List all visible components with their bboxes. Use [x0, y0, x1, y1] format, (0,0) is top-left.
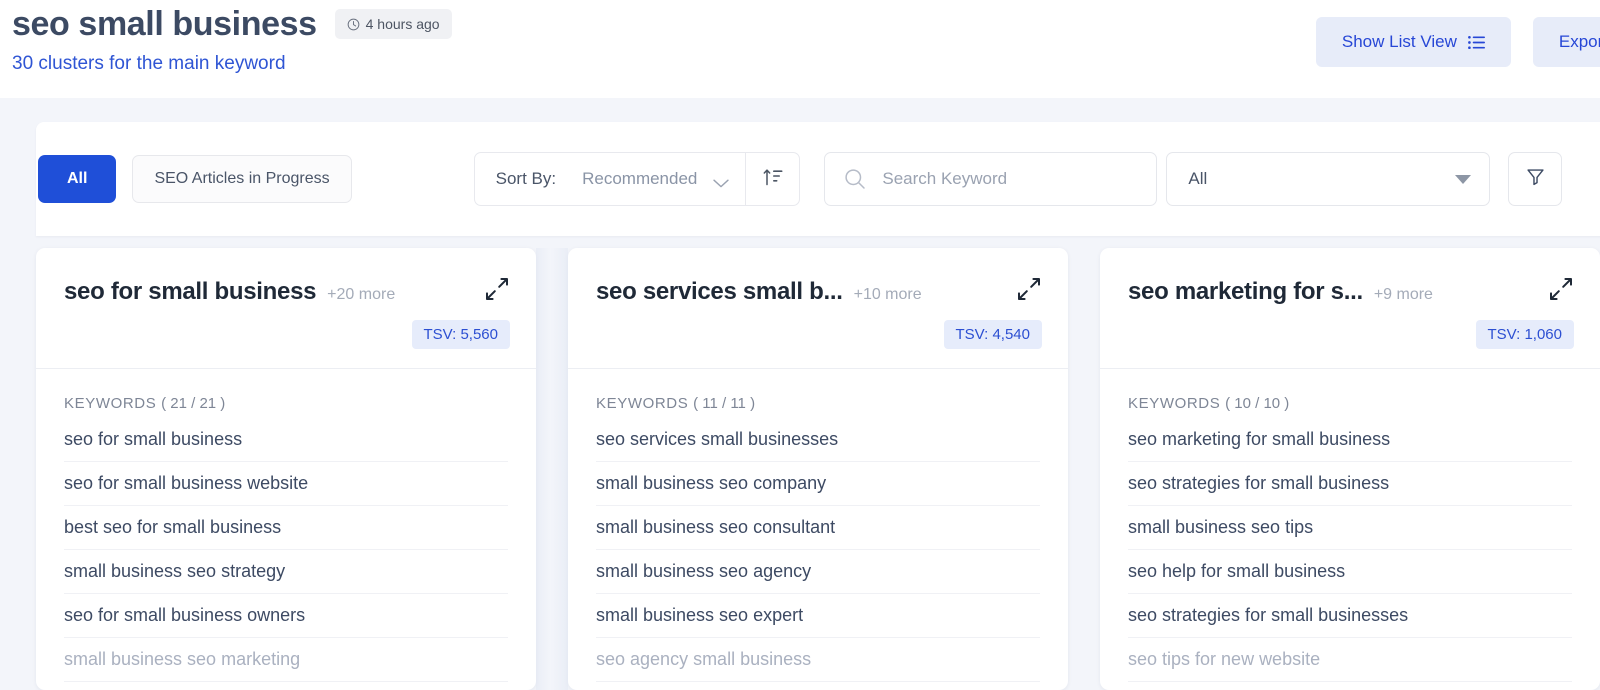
- sort-direction-button[interactable]: [745, 153, 799, 205]
- show-list-view-label: Show List View: [1341, 32, 1457, 51]
- cluster-title: seo for small business: [64, 278, 317, 305]
- cluster-title: seo services small b...: [596, 278, 843, 305]
- timestamp-badge: 4 hours ago: [334, 9, 452, 39]
- cluster-card[interactable]: seo services small b... +10 more TSV: 4,…: [568, 248, 1068, 690]
- search-field[interactable]: [824, 152, 1158, 206]
- sort-by-label: Sort By:: [495, 169, 557, 188]
- keywords-label: KEYWORDS: [64, 395, 157, 412]
- keyword-row[interactable]: seo agency small business: [596, 638, 1040, 682]
- header-actions: Show List View Export: [1315, 17, 1600, 67]
- keywords-label: KEYWORDS: [1128, 395, 1221, 412]
- keyword-row[interactable]: small business seo agency: [596, 550, 1040, 594]
- keyword-row[interactable]: seo help for small business: [1128, 550, 1572, 594]
- cluster-card-body: KEYWORDS ( 21 / 21 ) seo for small busin…: [36, 369, 536, 682]
- caret-down-icon: [1455, 174, 1472, 184]
- keyword-row[interactable]: seo strategies for small businesses: [1128, 594, 1572, 638]
- funnel-icon: [1526, 167, 1545, 191]
- tab-all[interactable]: All: [38, 155, 117, 203]
- cluster-card-header: seo for small business +20 more TSV: 5,5…: [36, 248, 536, 368]
- tab-seo-articles-in-progress[interactable]: SEO Articles in Progress: [132, 155, 352, 203]
- page-header: seo small business 4 hours ago 30 cluste…: [0, 0, 1600, 98]
- cluster-card-body: KEYWORDS ( 10 / 10 ) seo marketing for s…: [1100, 369, 1600, 682]
- tsv-badge: TSV: 4,540: [943, 320, 1042, 349]
- category-select[interactable]: All: [1166, 152, 1491, 206]
- filter-toolbar: All SEO Articles in Progress Sort By: Re…: [36, 122, 1600, 236]
- timestamp-text: 4 hours ago: [365, 16, 440, 32]
- keyword-row[interactable]: seo for small business: [64, 418, 508, 462]
- page-title: seo small business: [12, 5, 317, 43]
- keyword-row[interactable]: small business seo consultant: [596, 506, 1040, 550]
- category-select-value: All: [1188, 169, 1208, 188]
- cluster-explorer-page: seo small business 4 hours ago 30 cluste…: [0, 0, 1600, 690]
- export-button[interactable]: Export: [1532, 17, 1600, 67]
- cluster-card-list: seo for small business +20 more TSV: 5,5…: [36, 248, 1600, 690]
- tab-all-label: All: [67, 170, 88, 187]
- title-row: seo small business 4 hours ago: [12, 2, 452, 46]
- tsv-badge: TSV: 1,060: [1475, 320, 1574, 349]
- export-label: Export: [1558, 32, 1600, 51]
- tsv-badge: TSV: 5,560: [411, 320, 510, 349]
- keyword-row[interactable]: small business seo company: [596, 462, 1040, 506]
- cluster-title-row: seo services small b... +10 more: [596, 278, 1042, 306]
- clock-icon: [347, 18, 360, 31]
- cluster-title-row: seo marketing for s... +9 more: [1128, 278, 1574, 306]
- cluster-card-header: seo marketing for s... +9 more TSV: 1,06…: [1100, 248, 1600, 368]
- cluster-card-body: KEYWORDS ( 11 / 11 ) seo services small …: [568, 369, 1068, 682]
- keyword-row[interactable]: small business seo tips: [1128, 506, 1572, 550]
- sort-ascending-icon: [762, 166, 784, 193]
- expand-icon[interactable]: [1548, 276, 1574, 302]
- cluster-more-count: +9 more: [1373, 286, 1433, 303]
- keyword-row[interactable]: seo for small business website: [64, 462, 508, 506]
- keywords-label: KEYWORDS: [596, 395, 689, 412]
- sort-by-value: Recommended: [582, 169, 698, 188]
- list-icon: [1467, 35, 1485, 50]
- expand-icon[interactable]: [484, 276, 510, 302]
- keyword-row[interactable]: seo for small business owners: [64, 594, 508, 638]
- keyword-row[interactable]: small business seo strategy: [64, 550, 508, 594]
- keyword-row[interactable]: seo marketing for small business: [1128, 418, 1572, 462]
- title-block: seo small business 4 hours ago 30 cluste…: [12, 2, 452, 77]
- cluster-title: seo marketing for s...: [1128, 278, 1363, 305]
- cluster-card[interactable]: seo for small business +20 more TSV: 5,5…: [36, 248, 536, 690]
- show-list-view-button[interactable]: Show List View: [1315, 17, 1511, 67]
- cluster-more-count: +10 more: [853, 286, 922, 303]
- search-input[interactable]: [882, 169, 1138, 189]
- cluster-title-row: seo for small business +20 more: [64, 278, 510, 306]
- sort-dropdown[interactable]: Sort By: Recommended: [475, 153, 746, 205]
- search-icon: [844, 168, 866, 190]
- keywords-count: ( 10 / 10 ): [1225, 395, 1290, 412]
- keywords-count: ( 21 / 21 ): [161, 395, 226, 412]
- keywords-heading: KEYWORDS ( 10 / 10 ): [1128, 369, 1572, 418]
- keyword-row[interactable]: small business seo marketing: [64, 638, 508, 682]
- keyword-row[interactable]: seo services small businesses: [596, 418, 1040, 462]
- cluster-more-count: +20 more: [327, 286, 396, 303]
- keyword-row[interactable]: best seo for small business: [64, 506, 508, 550]
- cluster-card[interactable]: seo marketing for s... +9 more TSV: 1,06…: [1100, 248, 1600, 690]
- expand-icon[interactable]: [1016, 276, 1042, 302]
- keyword-row[interactable]: seo strategies for small business: [1128, 462, 1572, 506]
- page-subtitle: 30 clusters for the main keyword: [12, 53, 286, 74]
- keywords-count: ( 11 / 11 ): [693, 395, 756, 412]
- keywords-heading: KEYWORDS ( 21 / 21 ): [64, 369, 508, 418]
- keyword-row[interactable]: seo tips for new website: [1128, 638, 1572, 682]
- chevron-down-icon: [713, 175, 730, 187]
- tab-seo-articles-in-progress-label: SEO Articles in Progress: [154, 170, 330, 187]
- cluster-card-header: seo services small b... +10 more TSV: 4,…: [568, 248, 1068, 368]
- sort-control: Sort By: Recommended: [473, 152, 801, 206]
- filter-button[interactable]: [1508, 152, 1563, 206]
- keyword-row[interactable]: small business seo expert: [596, 594, 1040, 638]
- keywords-heading: KEYWORDS ( 11 / 11 ): [596, 369, 1040, 418]
